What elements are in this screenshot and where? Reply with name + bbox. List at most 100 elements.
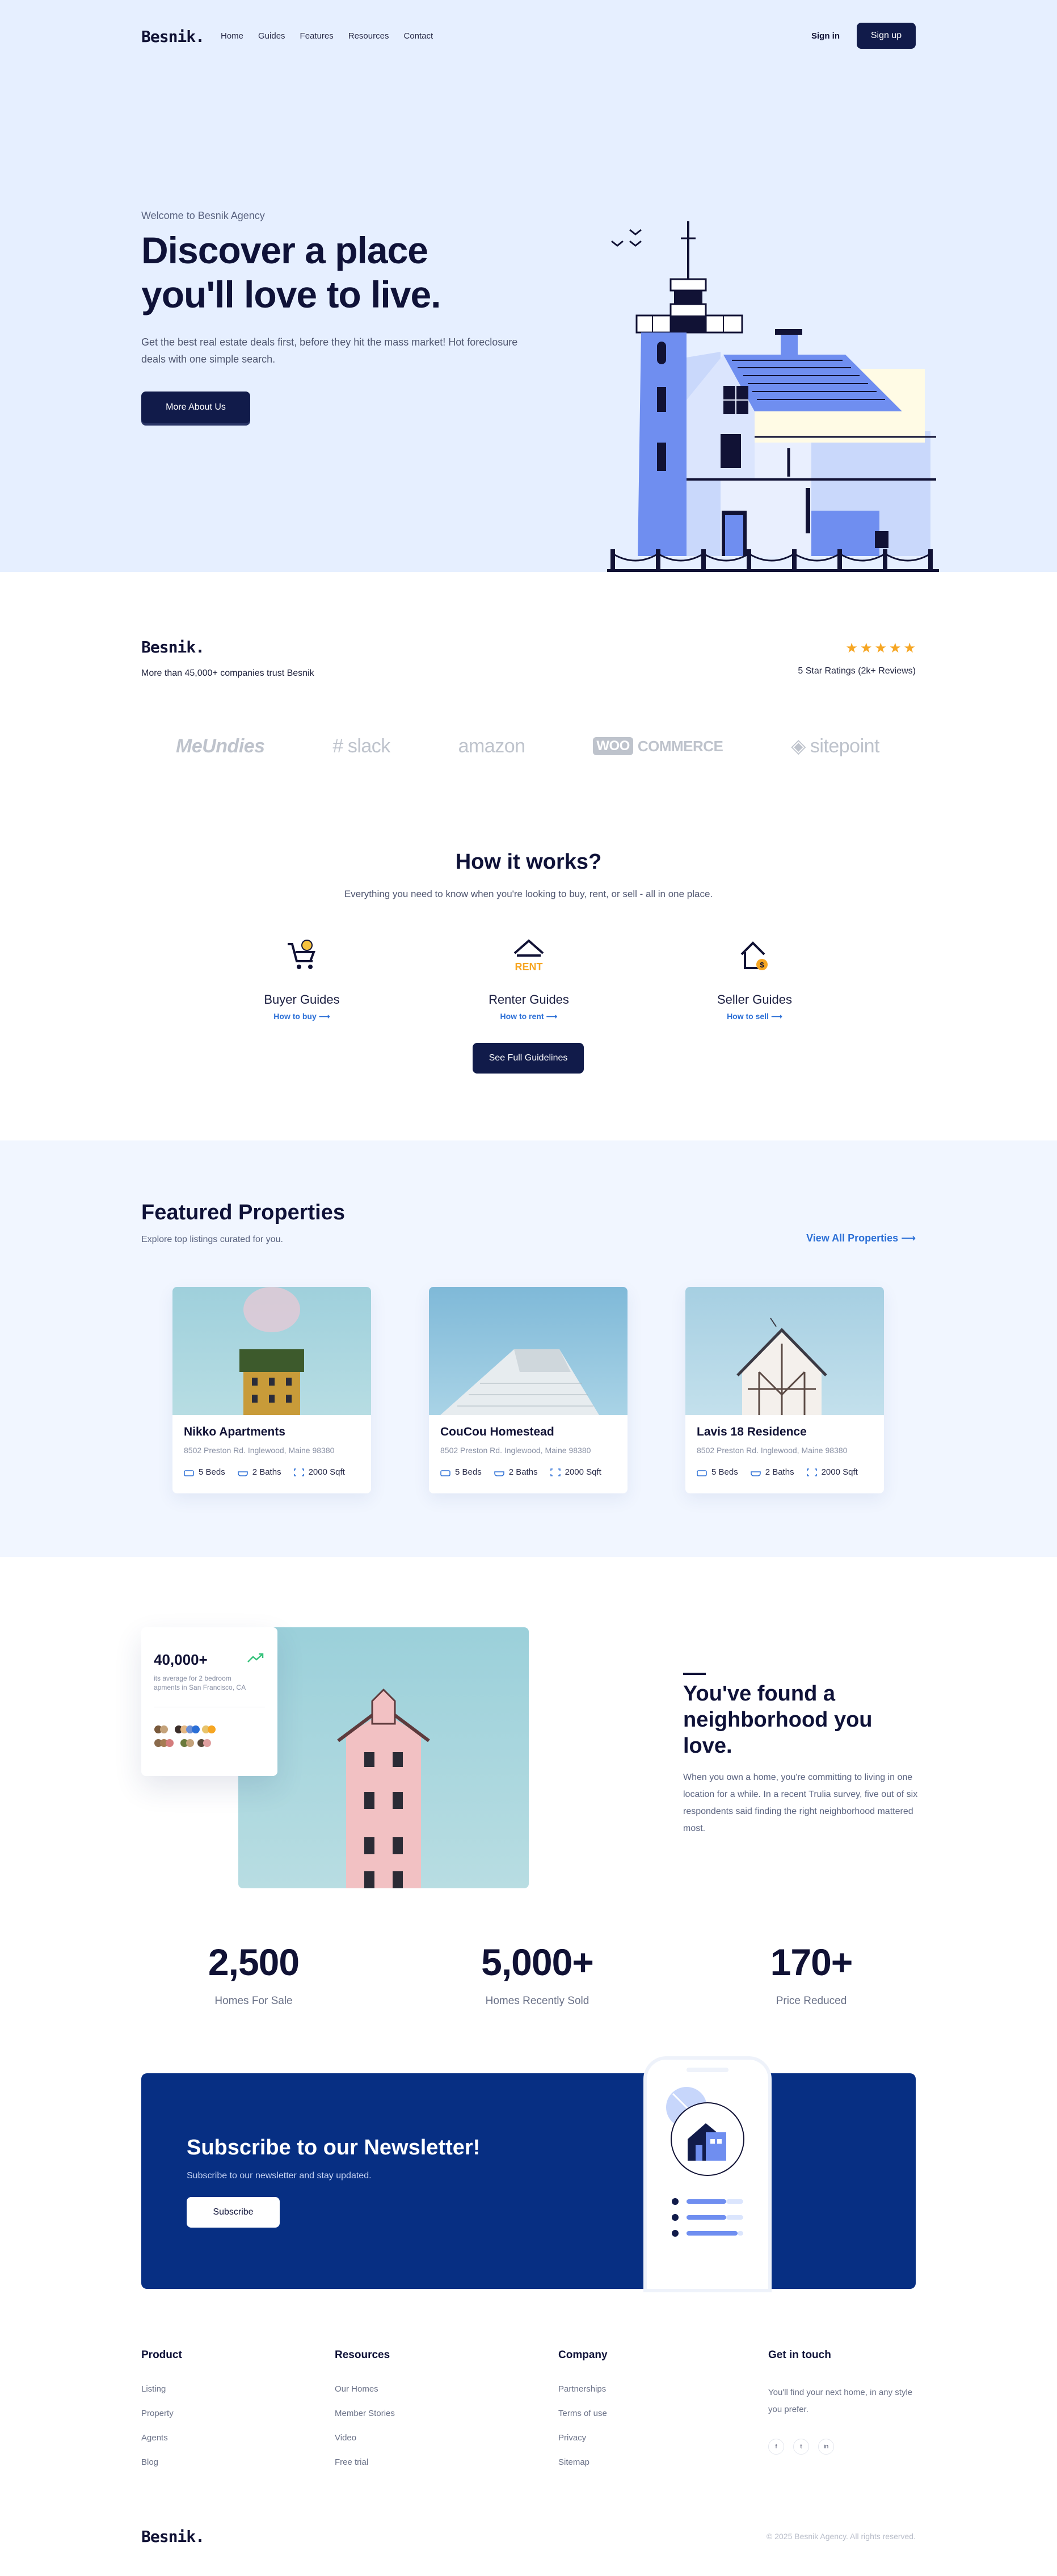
stat-label: Price Reduced bbox=[776, 1995, 847, 2007]
phone-illustration bbox=[647, 2060, 768, 2289]
linkedin-icon[interactable]: in bbox=[818, 2439, 834, 2455]
area-icon bbox=[806, 1468, 817, 1476]
nav-actions: Sign in Sign up bbox=[811, 23, 916, 49]
footer-contact-text: You'll find your next home, in any style… bbox=[768, 2388, 913, 2414]
footer-link-member-stories[interactable]: Member Stories bbox=[335, 2409, 395, 2418]
amazon-logo: amazon bbox=[458, 735, 525, 757]
footer-link-property[interactable]: Property bbox=[141, 2409, 182, 2418]
star-icon: ★ bbox=[845, 641, 858, 656]
beds-feature: 5 Beds bbox=[697, 1467, 738, 1477]
how-to-rent-link[interactable]: How to rent ⟶ bbox=[444, 1012, 614, 1021]
area-feature: 2000 Sqft bbox=[550, 1467, 601, 1477]
featured-subtitle: Explore top listings curated for you. bbox=[141, 1235, 283, 1244]
footer-logo[interactable]: Besnik. bbox=[141, 2527, 205, 2546]
more-about-us-button[interactable]: More About Us bbox=[141, 392, 250, 423]
trend-up-icon bbox=[247, 1653, 264, 1662]
sitepoint-logo-text: sitepoint bbox=[810, 735, 880, 757]
footer-link-partnerships[interactable]: Partnerships bbox=[558, 2384, 608, 2394]
top-navigation: Besnik. Home Guides Features Resources C… bbox=[141, 23, 916, 51]
brand-logos: MeUndies # slack amazon WOO COMMERCE ◈ s… bbox=[176, 732, 880, 760]
guide-title: Renter Guides bbox=[489, 992, 569, 1007]
svg-text:$: $ bbox=[760, 961, 764, 969]
facebook-icon[interactable]: f bbox=[768, 2439, 784, 2455]
how-it-works-subtitle: Everything you need to know when you're … bbox=[344, 889, 713, 899]
woo-badge: WOO bbox=[593, 737, 633, 755]
footer-contact-column: Get in touch You'll find your next home,… bbox=[768, 2349, 916, 2455]
property-name: CouCou Homestead bbox=[440, 1425, 554, 1438]
signup-button[interactable]: Sign up bbox=[857, 23, 916, 49]
meundies-logo: MeUndies bbox=[176, 735, 265, 757]
rent-house-icon: RENT bbox=[513, 939, 544, 973]
footer-company-column: Company Partnerships Terms of use Privac… bbox=[558, 2349, 608, 2482]
bath-icon bbox=[237, 1471, 248, 1476]
property-address: 8502 Preston Rd. Inglewood, Maine 98380 bbox=[440, 1446, 591, 1455]
bath-icon bbox=[750, 1471, 761, 1476]
hero-title-line-1: Discover a place bbox=[141, 229, 428, 271]
rating-text: 5 Star Ratings (2k+ Reviews) bbox=[798, 666, 916, 676]
newsletter-banner: Subscribe to our Newsletter! Subscribe t… bbox=[141, 2073, 916, 2289]
property-card[interactable]: CouCou Homestead 8502 Preston Rd. Inglew… bbox=[429, 1287, 628, 1493]
bed-icon bbox=[440, 1470, 450, 1476]
renter-guide: RENT Renter Guides How to rent ⟶ bbox=[444, 936, 614, 1021]
buyer-guide: Buyer Guides How to buy ⟶ bbox=[217, 936, 387, 1021]
how-to-buy-link[interactable]: How to buy ⟶ bbox=[217, 1012, 387, 1021]
footer-link-blog[interactable]: Blog bbox=[141, 2457, 182, 2467]
baths-feature: 2 Baths bbox=[494, 1467, 538, 1477]
see-full-guidelines-button[interactable]: See Full Guidelines bbox=[473, 1043, 584, 1074]
property-features: 5 Beds 2 Baths 2000 Sqft bbox=[697, 1467, 858, 1477]
footer-link-free-trial[interactable]: Free trial bbox=[335, 2457, 395, 2467]
neighborhood-title: You've found a neighborhood you love. bbox=[683, 1682, 873, 1758]
area-feature: 2000 Sqft bbox=[806, 1467, 858, 1477]
stat-label: Homes For Sale bbox=[214, 1995, 293, 2007]
property-card[interactable]: Nikko Apartments 8502 Preston Rd. Inglew… bbox=[172, 1287, 371, 1493]
brand-logo[interactable]: Besnik. bbox=[141, 27, 205, 46]
nav-link-guides[interactable]: Guides bbox=[258, 31, 285, 41]
area-icon bbox=[550, 1468, 561, 1476]
average-price-number: 40,000+ bbox=[154, 1651, 208, 1668]
footer-heading: Resources bbox=[335, 2349, 390, 2361]
lighthouse-house-illustration bbox=[607, 221, 939, 572]
how-to-sell-link[interactable]: How to sell ⟶ bbox=[669, 1012, 840, 1021]
property-card[interactable]: Lavis 18 Residence 8502 Preston Rd. Ingl… bbox=[685, 1287, 884, 1493]
slack-logo-text: slack bbox=[347, 735, 390, 757]
newsletter-title: Subscribe to our Newsletter! bbox=[187, 2136, 481, 2160]
star-icon: ★ bbox=[860, 641, 873, 656]
footer-link-our-homes[interactable]: Our Homes bbox=[335, 2384, 395, 2394]
average-price-description: its average for 2 bedroom apments in San… bbox=[154, 1674, 246, 1691]
sitepoint-logo: ◈ sitepoint bbox=[791, 735, 879, 757]
nav-link-home[interactable]: Home bbox=[221, 31, 243, 41]
average-price-card: 40,000+ its average for 2 bedroom apment… bbox=[141, 1627, 277, 1776]
hero-section: Besnik. Home Guides Features Resources C… bbox=[0, 0, 1057, 572]
subscribe-button[interactable]: Subscribe bbox=[187, 2197, 280, 2228]
nav-link-features[interactable]: Features bbox=[300, 31, 334, 41]
accent-bar bbox=[683, 1673, 706, 1675]
footer-link-terms[interactable]: Terms of use bbox=[558, 2409, 608, 2418]
stat-price-reduced: 170+ Price Reduced bbox=[715, 1941, 908, 2007]
stat-homes-for-sale: 2,500 Homes For Sale bbox=[157, 1941, 350, 2007]
footer-link-sitemap[interactable]: Sitemap bbox=[558, 2457, 608, 2467]
hero-title: Discover a place you'll love to live. bbox=[141, 228, 538, 317]
nav-link-resources[interactable]: Resources bbox=[348, 31, 389, 41]
property-name: Lavis 18 Residence bbox=[697, 1425, 807, 1438]
slack-icon: # bbox=[332, 735, 343, 757]
property-image bbox=[429, 1287, 628, 1415]
commerce-text: COMMERCE bbox=[637, 737, 723, 755]
nav-link-contact[interactable]: Contact bbox=[403, 31, 433, 41]
view-all-properties-link[interactable]: View All Properties ⟶ bbox=[806, 1232, 916, 1244]
nav-links: Home Guides Features Resources Contact bbox=[221, 31, 433, 41]
bath-icon bbox=[494, 1471, 504, 1476]
slack-logo: # slack bbox=[332, 735, 390, 757]
signin-link[interactable]: Sign in bbox=[811, 31, 840, 41]
baths-feature: 2 Baths bbox=[750, 1467, 794, 1477]
footer-link-listing[interactable]: Listing bbox=[141, 2384, 182, 2394]
footer-link-video[interactable]: Video bbox=[335, 2433, 395, 2443]
copyright-text: © 2025 Besnik Agency. All rights reserve… bbox=[767, 2532, 916, 2541]
svg-text:RENT: RENT bbox=[515, 961, 543, 973]
footer-link-agents[interactable]: Agents bbox=[141, 2433, 182, 2443]
stat-label: Homes Recently Sold bbox=[485, 1995, 589, 2007]
footer-heading: Get in touch bbox=[768, 2349, 831, 2361]
footer-link-privacy[interactable]: Privacy bbox=[558, 2433, 608, 2443]
twitter-icon[interactable]: t bbox=[793, 2439, 809, 2455]
guide-title: Seller Guides bbox=[717, 992, 793, 1007]
bed-icon bbox=[697, 1470, 707, 1476]
